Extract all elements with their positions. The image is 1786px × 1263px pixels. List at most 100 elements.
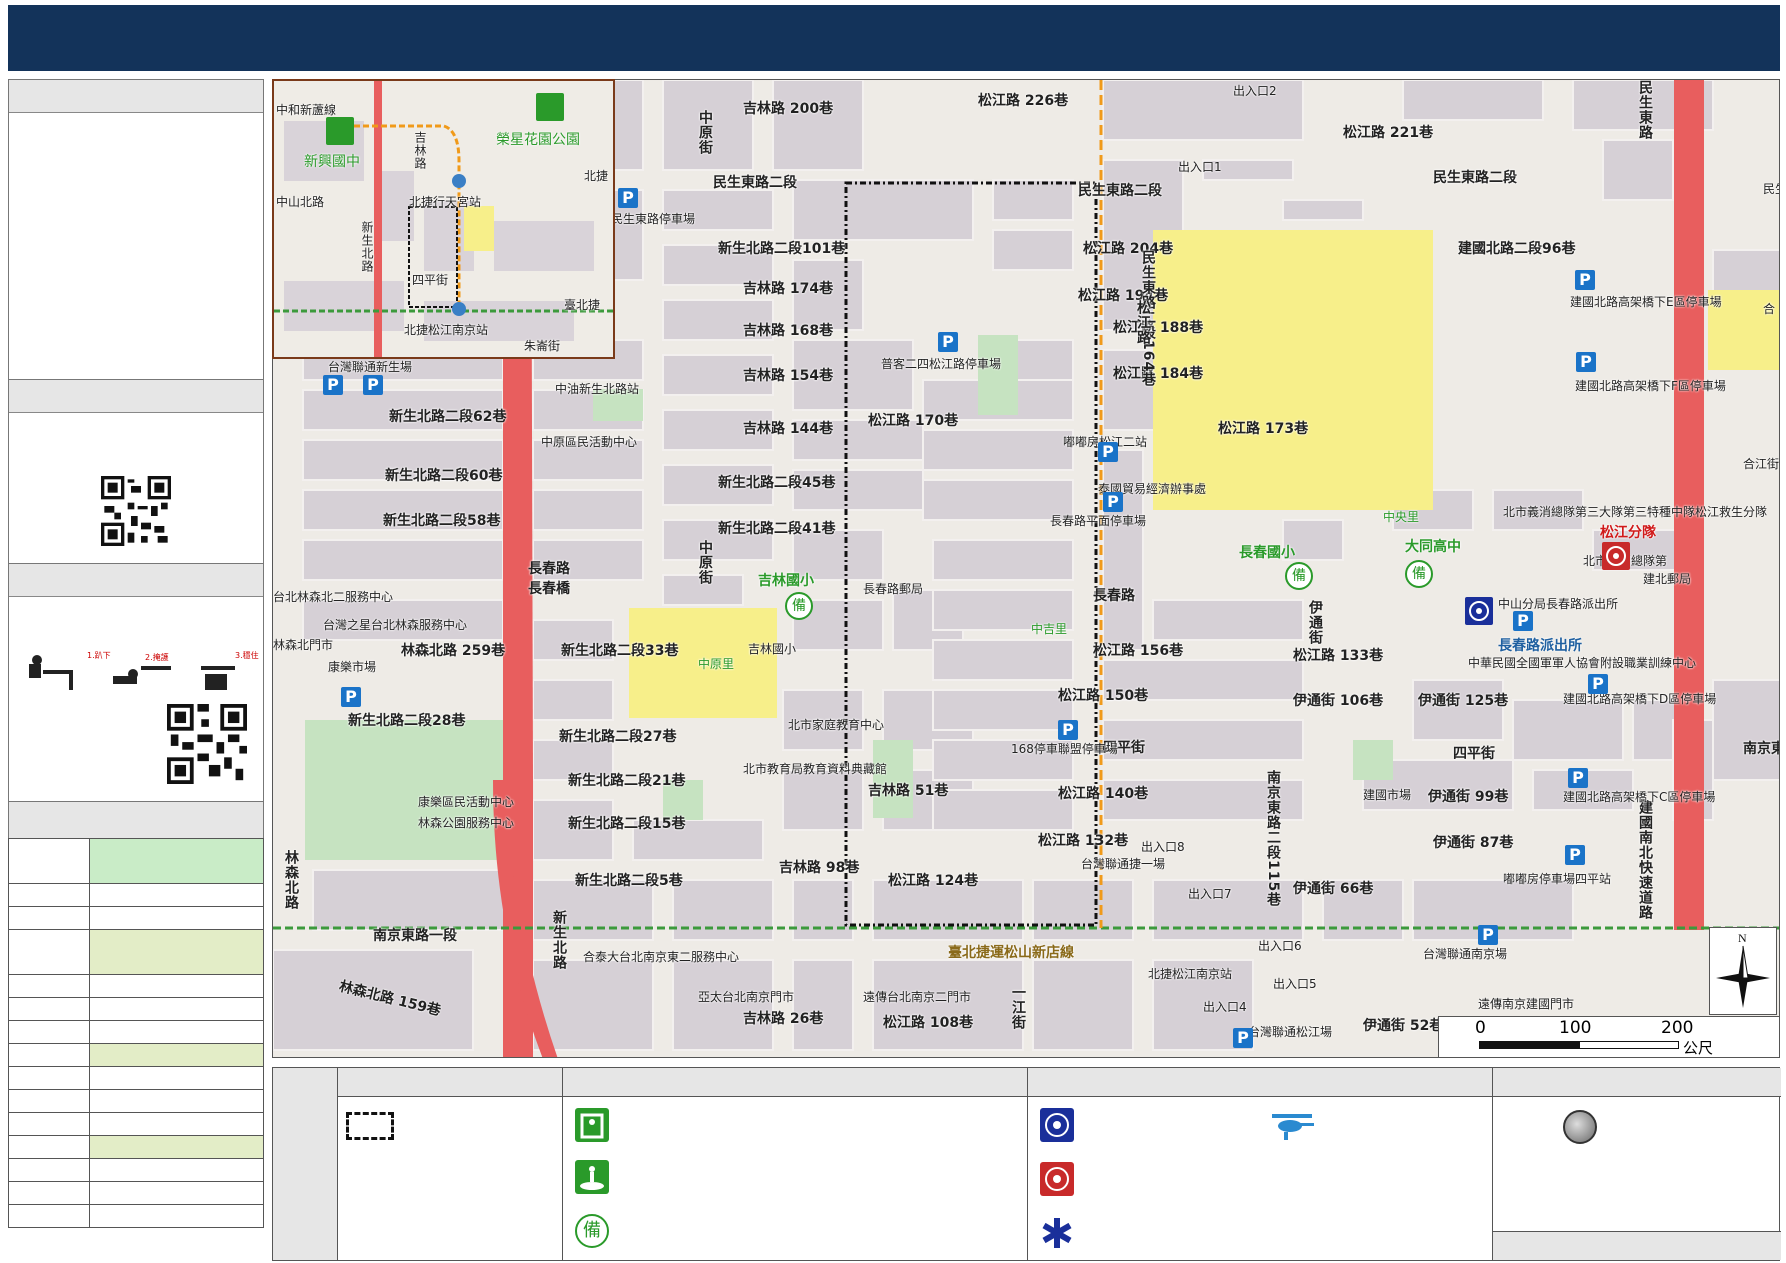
qr-code[interactable] [101, 476, 171, 550]
school-label: 吉林國小 [758, 573, 814, 589]
shelter-icon [575, 1108, 609, 1142]
station-label: 北捷松江南京站 [1148, 967, 1233, 981]
poi-label: 中油新生北路站 [555, 382, 640, 396]
svg-text:1.趴下: 1.趴下 [87, 651, 111, 660]
left-panel-section-3: 1.趴下 2.掩護 3.穩住 [8, 563, 264, 803]
boundary-legend-icon [346, 1112, 394, 1140]
poi-label: 中華民國全國軍軍人協會附設職業訓練中心 [1468, 656, 1697, 670]
legend-col-0 [273, 1068, 337, 1260]
shelter-icon [326, 117, 354, 145]
parking-label: 台灣聯通新生場 [328, 360, 413, 374]
parking-icon[interactable]: P [1058, 720, 1078, 740]
inset-label: 臺北捷 [564, 298, 601, 312]
road-label: 民生東路 [1637, 80, 1653, 140]
reserve-icon[interactable]: 備 [1405, 560, 1433, 588]
medical-icon [1040, 1216, 1074, 1250]
fire-icon[interactable] [1602, 542, 1630, 570]
inset-label: 榮星花園公園 [496, 132, 580, 148]
village-label: 中央里 [1383, 510, 1420, 524]
road-label: 吉林路 154巷 [743, 368, 834, 384]
road-label: 民生 [1763, 182, 1779, 196]
parking-icon[interactable]: P [1565, 845, 1585, 865]
parking-icon[interactable]: P [1233, 1028, 1253, 1048]
road-label: 伊通街 [1307, 600, 1323, 645]
parking-icon[interactable]: P [341, 687, 361, 707]
left-panel-section-1 [8, 79, 264, 381]
park-linsen [305, 720, 505, 860]
left-panel-section-2 [8, 379, 264, 565]
road-label: 松江路 221巷 [1343, 125, 1434, 141]
road-label: 南京東路三段 [1743, 741, 1779, 757]
section-header [9, 564, 263, 597]
legend-col-4 [1492, 1068, 1781, 1260]
legend-col-3 [1027, 1068, 1492, 1260]
parking-label: 建國北路高架橋下E區停車場 [1570, 295, 1722, 309]
poi-label: 長春路郵局 [863, 582, 924, 596]
poi-label: 遠傳南京建國門市 [1478, 997, 1575, 1011]
parking-icon[interactable]: P [1575, 270, 1595, 290]
road-label: 松江路 226巷 [978, 93, 1069, 109]
parking-icon[interactable]: P [1103, 492, 1123, 512]
inset-label: 北捷 [584, 169, 609, 183]
police-icon[interactable] [1465, 597, 1493, 625]
parking-icon[interactable]: P [323, 375, 343, 395]
road-label: 吉林路 98巷 [779, 860, 860, 876]
road-label: 松江路 124巷 [888, 873, 979, 889]
legend-col-2: 備 [562, 1068, 1027, 1260]
reserve-icon[interactable]: 備 [785, 592, 813, 620]
reserve-icon: 備 [575, 1214, 609, 1248]
section-header [9, 802, 263, 838]
road-label: 松江路 184巷 [1113, 366, 1204, 382]
police-label: 長春路派出所 [1498, 638, 1582, 654]
parking-label: 嘟嘟房停車場四平站 [1503, 872, 1612, 886]
legend-footer [1493, 1231, 1781, 1260]
parking-icon[interactable]: P [1576, 352, 1596, 372]
svg-text:2.掩護: 2.掩護 [145, 652, 169, 662]
inset-label: 北捷松江南京站 [404, 323, 489, 337]
parking-icon[interactable]: P [1478, 925, 1498, 945]
parking-icon[interactable]: P [363, 375, 383, 395]
road-label: 新生北路二段58巷 [383, 513, 501, 529]
road-label: 新生北路二段41巷 [718, 521, 836, 537]
exit-label: 出入口4 [1203, 1000, 1247, 1014]
parking-label: 建國北路高架橋下C區停車場 [1563, 790, 1716, 804]
inset-label: 中山北路 [276, 195, 325, 209]
road-label: 松江路 133巷 [1293, 648, 1384, 664]
poi-label: 建北郵局 [1643, 572, 1692, 586]
parking-label: 民生東路停車場 [611, 212, 696, 226]
svg-text:3.穩住: 3.穩住 [235, 650, 259, 660]
parking-icon[interactable]: P [938, 332, 958, 352]
scale-unit: 公尺 [1683, 1039, 1714, 1057]
road-label: 建國南北快速道路 [1637, 800, 1653, 920]
parking-label: 建國北路高架橋下F區停車場 [1575, 379, 1726, 393]
park-small-1 [978, 335, 1018, 415]
scale-bar: 0 100 200 公尺 [1438, 1016, 1779, 1057]
parking-label: 台灣聯通松江場 [1248, 1025, 1333, 1039]
parking-icon[interactable]: P [1098, 442, 1118, 462]
road-label: 吉林路 51巷 [868, 783, 949, 799]
road-label: 長春路 [1093, 588, 1135, 604]
road-label: 合江街 [1743, 457, 1780, 471]
poi-label: 台灣之星台北林森服務中心 [323, 618, 468, 632]
reserve-icon[interactable]: 備 [1285, 562, 1313, 590]
road-label: 松江路 173巷 [1218, 421, 1309, 437]
inset-label: 北捷行天宮站 [409, 195, 482, 209]
road-label: 吉林路 168巷 [743, 323, 834, 339]
inset-map[interactable]: 榮星花園公園 新興國中 北捷行天宮站 北捷松江南京站 中山北路 中和新蘆線 四平… [272, 79, 615, 359]
parking-icon[interactable]: P [1568, 768, 1588, 788]
poi-label: 林森北門市 [273, 638, 334, 652]
parking-icon[interactable]: P [618, 188, 638, 208]
road-label: 伊通街 125巷 [1418, 693, 1509, 709]
left-panel-section-4 [8, 801, 264, 839]
road-label: 新生北路二段60巷 [385, 468, 503, 484]
inset-label: 新生北路 [360, 221, 374, 273]
compass: N [1709, 927, 1777, 1015]
parking-icon[interactable]: P [1513, 611, 1533, 631]
exit-label: 出入口1 [1178, 160, 1222, 174]
qr-code[interactable] [167, 704, 247, 788]
road-label: 松江路 204巷 [1083, 241, 1174, 257]
helicopter-icon [1268, 1108, 1314, 1142]
inset-label: 吉林路 [413, 131, 427, 170]
road-label: 民生東路二段 [713, 175, 797, 191]
parking-icon[interactable]: P [1588, 674, 1608, 694]
